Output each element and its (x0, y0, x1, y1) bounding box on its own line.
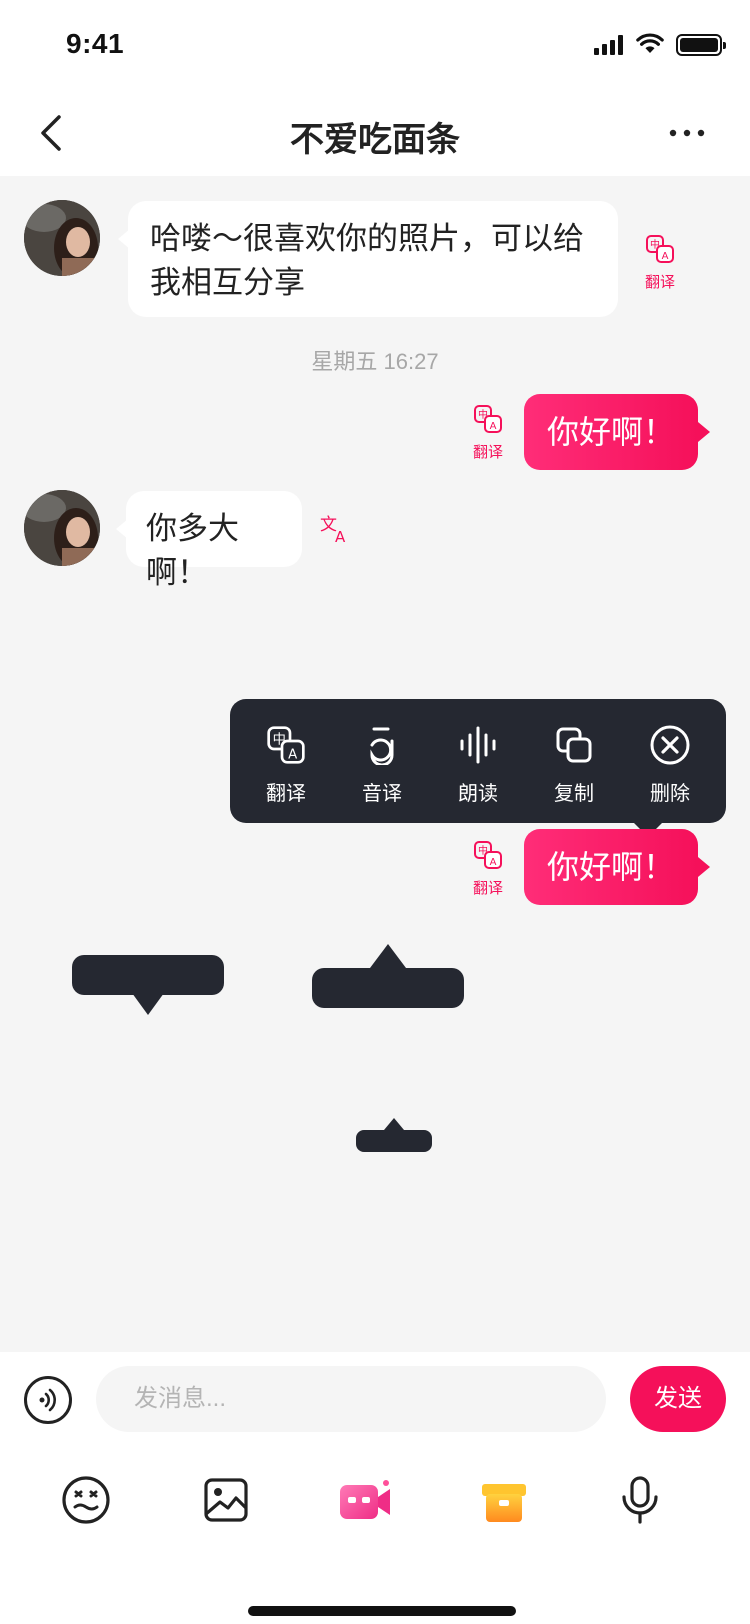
voice-toggle-button[interactable] (24, 1376, 72, 1424)
avatar[interactable] (24, 490, 100, 566)
microphone-button[interactable] (610, 1470, 670, 1530)
translate-icon: 中A (474, 405, 502, 433)
menu-item-transliterate[interactable]: 音译 (342, 723, 422, 806)
signal-icon (594, 35, 626, 55)
battery-icon (676, 34, 726, 56)
translate-button[interactable]: 文A (318, 512, 352, 546)
emoji-icon (62, 1476, 110, 1524)
message-bubble-incoming[interactable]: 哈喽～很喜欢你的照片，可以给我相互分享 (118, 201, 618, 317)
translate-icon: 中A (267, 726, 305, 764)
input-bar: 发送 (0, 1352, 750, 1624)
message-text: 你好啊！ (546, 849, 675, 885)
voice-wave-icon (39, 1388, 56, 1412)
avatar[interactable] (24, 200, 100, 276)
status-time: 9:41 (66, 28, 125, 59)
svg-text:A: A (288, 747, 297, 762)
emoji-button[interactable] (56, 1470, 116, 1530)
svg-text:中: 中 (478, 408, 488, 421)
microphone-icon (622, 1476, 658, 1524)
translate-button[interactable]: 中A 翻译 (466, 404, 510, 462)
svg-text:中: 中 (650, 238, 660, 251)
svg-text:中: 中 (478, 844, 488, 857)
menu-item-label: 复制 (554, 783, 594, 805)
image-button[interactable] (196, 1470, 256, 1530)
translate-icon: 中A (646, 235, 674, 263)
menu-item-label: 删除 (650, 783, 690, 805)
message-text: 哈喽～很喜欢你的照片，可以给我相互分享 (150, 221, 584, 300)
read-aloud-icon (460, 726, 496, 764)
translate-icon: 文A (320, 515, 346, 546)
page-title: 不爱吃面条 (290, 121, 460, 159)
transliterate-icon (370, 727, 394, 765)
translate-icon: 中A (474, 841, 502, 869)
message-input[interactable] (96, 1366, 606, 1432)
menu-item-read-aloud[interactable]: 朗读 (438, 723, 518, 806)
more-dots-icon (669, 129, 705, 137)
menu-item-label: 翻译 (266, 783, 306, 805)
status-bar: 9:41 (0, 0, 750, 90)
translate-label: 翻译 (472, 444, 503, 461)
image-icon (204, 1478, 248, 1522)
more-button[interactable] (662, 108, 712, 158)
gift-button[interactable] (474, 1470, 534, 1530)
translate-button[interactable]: 中A 翻译 (638, 234, 682, 292)
delete-icon (650, 725, 690, 765)
translate-label: 翻译 (472, 880, 503, 897)
message-timestamp: 星期五 16:27 (311, 349, 439, 374)
svg-text:中: 中 (273, 732, 286, 748)
message-bubble-outgoing[interactable]: 你好啊！ (524, 829, 710, 905)
svg-text:A: A (335, 528, 346, 546)
chat-area[interactable]: 哈喽～很喜欢你的照片，可以给我相互分享 中A 翻译 星期五 16:27 中A 翻… (0, 176, 750, 1352)
menu-item-label: 音译 (362, 783, 402, 805)
send-button[interactable]: 发送 (630, 1366, 726, 1432)
svg-text:A: A (490, 857, 497, 868)
menu-item-translate[interactable]: 中A 翻译 (246, 723, 326, 806)
video-call-button[interactable] (336, 1470, 396, 1530)
status-icons (594, 32, 726, 59)
menu-item-copy[interactable]: 复制 (534, 723, 614, 806)
message-text: 你多大啊！ (146, 511, 239, 590)
home-indicator[interactable] (248, 1606, 516, 1616)
video-call-icon (340, 1480, 390, 1519)
translate-label: 翻译 (644, 274, 675, 291)
copy-icon (556, 727, 592, 763)
tooltip-shape-arrow-up (312, 944, 464, 1008)
message-text: 你好啊！ (546, 414, 675, 450)
message-context-menu: 中A 翻译 音译 朗读 复制 删除 (230, 699, 726, 837)
message-bubble-outgoing[interactable]: 你好啊！ (524, 394, 710, 470)
svg-text:A: A (490, 421, 497, 432)
message-bubble-incoming[interactable]: 你多大啊！ (116, 491, 302, 590)
svg-text:A: A (662, 251, 669, 262)
translate-button[interactable]: 中A 翻译 (466, 840, 510, 898)
nav-bar: 不爱吃面条 (0, 90, 750, 176)
gift-icon (482, 1484, 526, 1522)
menu-item-label: 朗读 (458, 783, 498, 805)
tooltip-shape-arrow-down (72, 955, 224, 1017)
wifi-icon (636, 32, 664, 59)
menu-item-delete[interactable]: 删除 (630, 723, 710, 806)
tooltip-shape-small (356, 1118, 432, 1154)
